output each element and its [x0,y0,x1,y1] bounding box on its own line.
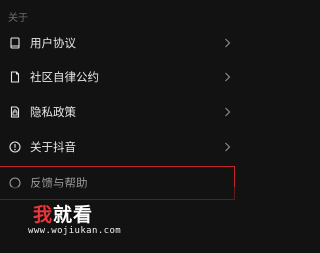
menu-item-label: 社区自律公约 [30,70,99,84]
lock-document-icon [10,106,20,118]
section-title: 关于 [8,13,28,24]
menu-item-label: 隐私政策 [30,105,76,119]
chevron-right-icon [225,107,231,117]
menu-item-community-guidelines[interactable]: 社区自律公约 [0,60,239,94]
chevron-right-icon [225,38,231,48]
watermark-title: 我就看 [33,200,93,227]
about-settings-screen: 关于 用户协议 社区自律公约 隐私政策 关于抖音 反馈与帮助 我就看 www.w… [0,0,239,253]
menu-item-about-douyin[interactable]: 关于抖音 [0,130,239,164]
book-icon [10,37,20,49]
menu-item-label: 用户协议 [30,36,76,50]
chevron-right-icon [225,142,231,152]
menu-item-privacy-policy[interactable]: 隐私政策 [0,95,239,129]
watermark-title-part1: 我 [33,204,54,226]
menu-item-label: 关于抖音 [30,140,76,154]
info-icon [9,141,21,153]
watermark-title-part2: 就看 [53,204,94,226]
chevron-right-icon [225,72,231,82]
watermark-url: www.wojiukan.com [28,226,122,236]
document-icon [10,71,20,83]
watermark-overlay: 我就看 www.wojiukan.com [0,170,239,253]
menu-item-user-agreement[interactable]: 用户协议 [0,26,239,60]
